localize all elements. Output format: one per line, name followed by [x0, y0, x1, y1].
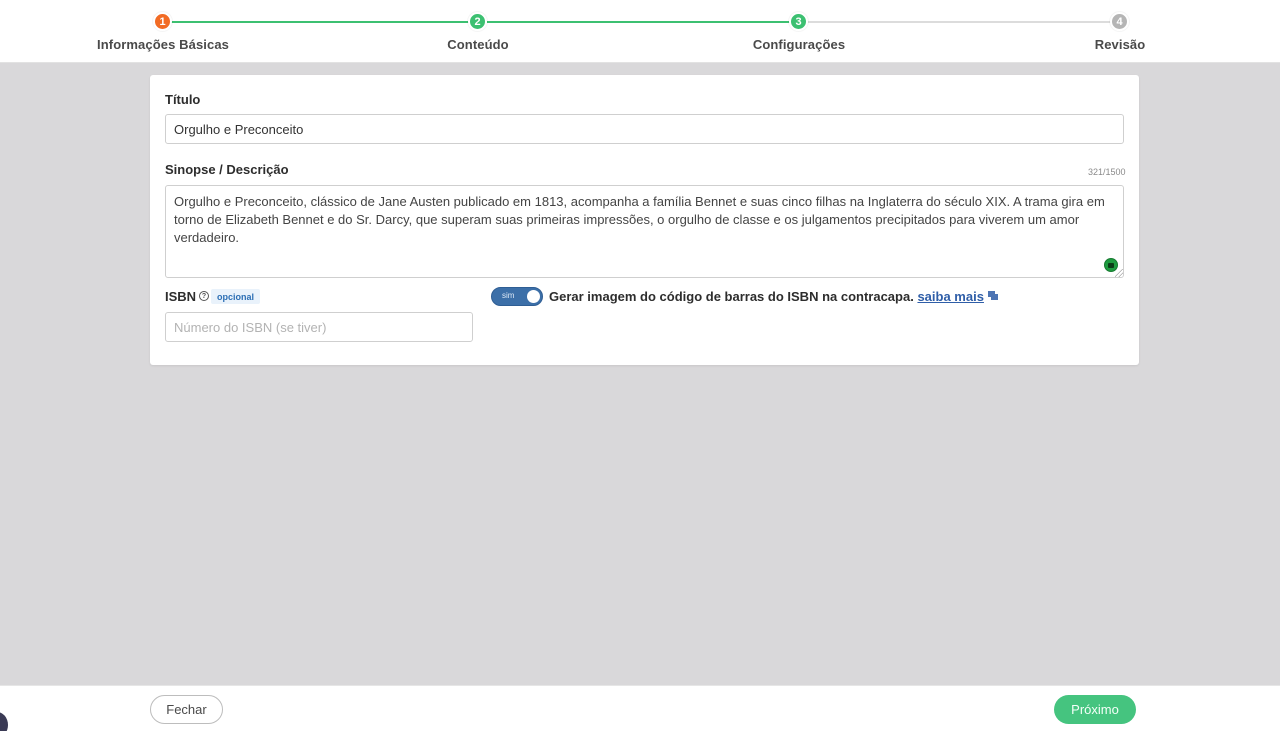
barcode-caption-text: Gerar imagem do código de barras do ISBN…: [549, 289, 914, 304]
synopsis-label: Sinopse / Descrição: [165, 162, 289, 177]
synopsis-textarea[interactable]: Orgulho e Preconceito, clássico de Jane …: [165, 185, 1124, 278]
step-4-indicator[interactable]: 4: [1110, 12, 1129, 31]
barcode-caption: Gerar imagem do código de barras do ISBN…: [549, 289, 998, 304]
step-1-label[interactable]: Informações Básicas: [97, 37, 229, 52]
external-link-icon[interactable]: [987, 291, 998, 300]
step-connector-2-3: [487, 21, 795, 23]
toggle-state-text: sim: [502, 291, 515, 300]
optional-badge: opcional: [211, 289, 261, 304]
step-2-label[interactable]: Conteúdo: [447, 37, 508, 52]
toggle-knob: [527, 290, 540, 303]
wizard-stepper: 1 2 3 4 Informações Básicas Conteúdo Con…: [0, 0, 1280, 63]
step-connector-1-2: [171, 21, 474, 23]
isbn-input[interactable]: [165, 312, 473, 342]
isbn-label: ISBN: [165, 289, 197, 304]
step-3-label[interactable]: Configurações: [753, 37, 845, 52]
textarea-resize-handle[interactable]: [1115, 269, 1123, 277]
close-button[interactable]: Fechar: [150, 695, 223, 724]
step-2-indicator[interactable]: 2: [468, 12, 487, 31]
wizard-footer: Fechar Próximo: [0, 685, 1280, 731]
step-3-indicator[interactable]: 3: [789, 12, 808, 31]
title-input[interactable]: [165, 114, 1124, 144]
synopsis-char-counter: 321/1500: [1088, 167, 1126, 177]
title-label: Título: [165, 92, 201, 107]
step-1-indicator[interactable]: 1: [153, 12, 172, 31]
help-icon[interactable]: ?: [199, 291, 209, 301]
step-4-label[interactable]: Revisão: [1095, 37, 1146, 52]
learn-more-link[interactable]: saiba mais: [917, 289, 984, 304]
next-button[interactable]: Próximo: [1054, 695, 1136, 724]
book-info-card: Título Sinopse / Descrição 321/1500 Orgu…: [150, 75, 1139, 365]
barcode-toggle[interactable]: sim: [491, 287, 543, 306]
step-connector-3-4: [808, 21, 1116, 23]
